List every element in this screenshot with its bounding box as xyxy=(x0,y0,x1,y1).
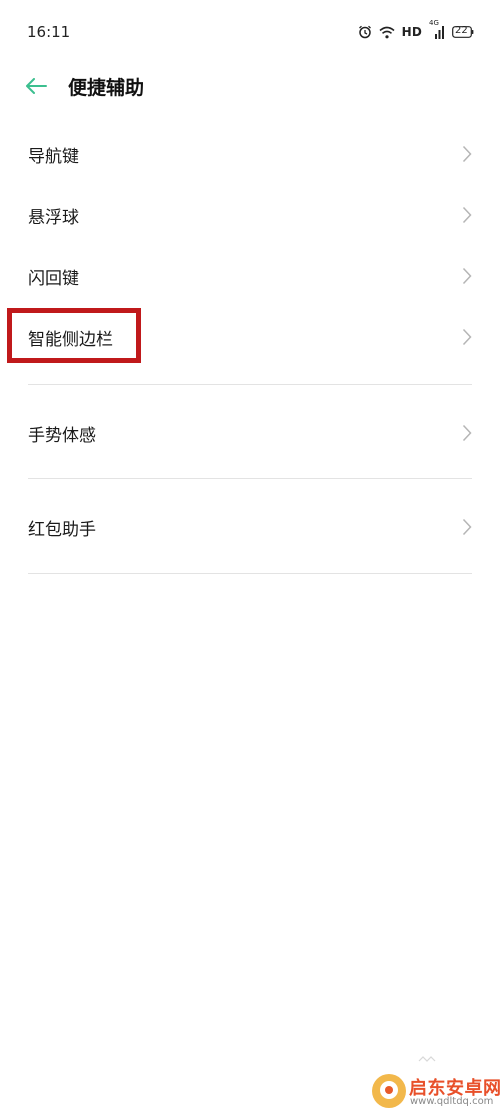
list-item-label: 红包助手 xyxy=(28,520,96,540)
status-bar: 16:11 HD 4G 22 xyxy=(0,0,500,62)
battery-level: 22 xyxy=(455,25,468,36)
chevron-right-icon xyxy=(462,267,472,285)
back-button[interactable] xyxy=(20,70,52,102)
signal-label: 4G xyxy=(429,19,439,27)
status-time: 16:11 xyxy=(27,23,71,41)
list-item-label: 悬浮球 xyxy=(28,208,79,228)
list-item-label: 导航键 xyxy=(28,147,79,167)
list-item-label: 手势体感 xyxy=(28,426,96,446)
highlight-annotation xyxy=(7,308,141,363)
watermark: 启东安卓网 www.qdltdq.com xyxy=(372,1072,500,1111)
page-header: 便捷辅助 xyxy=(0,62,500,110)
battery-icon: 22 xyxy=(452,25,474,38)
status-icons: HD 4G 22 xyxy=(358,19,474,42)
chevron-right-icon xyxy=(462,424,472,442)
list-item-floating-ball[interactable]: 悬浮球 xyxy=(0,185,500,245)
list-item-flashback-key[interactable]: 闪回键 xyxy=(0,246,500,306)
signal-icon: 4G xyxy=(429,19,445,39)
arrow-left-icon xyxy=(26,78,47,94)
hd-label: HD xyxy=(401,25,422,39)
chevron-right-icon xyxy=(462,145,472,163)
page-title: 便捷辅助 xyxy=(68,77,145,99)
chevron-right-icon xyxy=(462,206,472,224)
chevron-right-icon xyxy=(462,328,472,346)
chevron-right-icon xyxy=(462,518,472,536)
divider xyxy=(28,478,472,479)
watermark-logo-icon xyxy=(372,1074,406,1108)
list-item-label: 闪回键 xyxy=(28,269,79,289)
wifi-icon xyxy=(379,26,395,39)
list-item-navigation-keys[interactable]: 导航键 xyxy=(0,124,500,184)
home-indicator-icon[interactable] xyxy=(418,1055,436,1063)
alarm-icon xyxy=(358,25,372,39)
divider xyxy=(28,384,472,385)
watermark-url: www.qdltdq.com xyxy=(410,1096,494,1107)
list-item-red-envelope-assistant[interactable]: 红包助手 xyxy=(0,497,500,557)
list-item-gesture-motion[interactable]: 手势体感 xyxy=(0,403,500,463)
divider xyxy=(28,573,472,574)
